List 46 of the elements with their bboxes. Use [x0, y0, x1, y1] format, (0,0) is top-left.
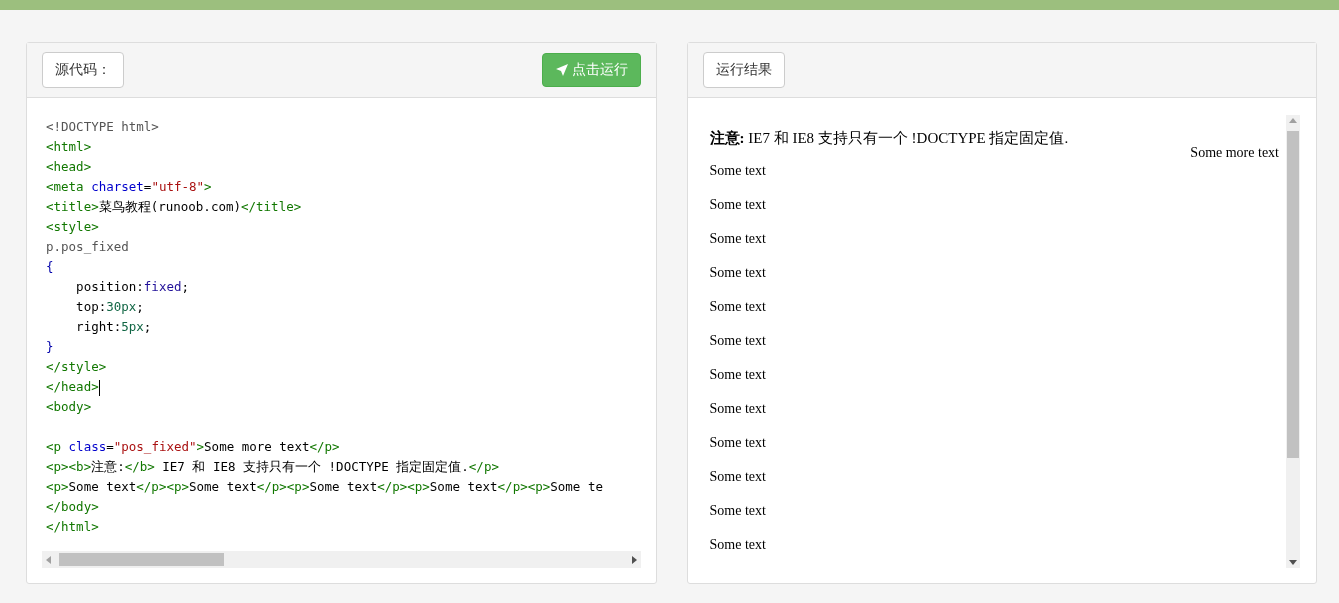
code-line: }	[46, 338, 55, 356]
vertical-scrollbar[interactable]	[1286, 115, 1300, 568]
code-line: </style>	[46, 358, 108, 376]
down-arrow-icon[interactable]	[1289, 560, 1297, 565]
paragraph-text: Some text	[709, 332, 767, 350]
run-button[interactable]: 点击运行	[541, 53, 641, 87]
scroll-thumb[interactable]	[59, 553, 224, 566]
code-line: <style>	[46, 218, 100, 236]
code-line: <meta charset="utf-8">	[46, 178, 213, 196]
left-arrow-icon[interactable]	[46, 555, 51, 564]
paragraph-text: Some text	[709, 400, 767, 418]
paragraph-text: Some text	[709, 230, 767, 248]
code-line: </head>	[46, 378, 101, 397]
code-line: <body>	[46, 398, 93, 416]
paragraph-text: Some text	[709, 196, 767, 214]
up-arrow-icon[interactable]	[1289, 118, 1297, 123]
right-arrow-icon[interactable]	[631, 555, 637, 564]
paragraph-text: Some text	[709, 298, 767, 316]
paragraph-text: Some text	[709, 434, 767, 452]
note-text: 注意: IE7 和 IE8 支持只有一个 !DOCTYPE 指定固定值.	[709, 129, 1070, 148]
code-line: p.pos_fixed	[46, 238, 130, 256]
code-line: right:5px;	[75, 318, 153, 336]
code-line: <title>菜鸟教程(runoob.com)</title>	[46, 198, 303, 216]
code-line: top:30px;	[75, 298, 145, 316]
paragraph-text: Some text	[709, 536, 767, 554]
paragraph-text: Some text	[709, 162, 767, 180]
code-line: <head>	[46, 158, 93, 176]
source-label: 源代码：	[42, 52, 124, 88]
code-line: </body>	[46, 498, 100, 516]
paragraph-text: Some text	[709, 468, 767, 486]
code-line: position:fixed;	[75, 278, 190, 296]
code-line: {	[46, 258, 55, 276]
paragraph-text: Some text	[709, 366, 767, 384]
paragraph-text: Some text	[709, 264, 767, 282]
fixed-text: Some more text	[1190, 145, 1279, 161]
code-line: <p>Some text</p><p>Some text</p><p>Some text</p><p>Some text</p><p>Some te	[46, 478, 604, 496]
code-line: <!DOCTYPE html>	[46, 118, 160, 136]
paragraph-text: Some text	[709, 502, 767, 520]
code-line: </html>	[46, 518, 100, 536]
code-line: <p class="pos_fixed">Some more text</p>	[46, 438, 341, 456]
result-label: 运行结果	[702, 52, 785, 88]
horizontal-scrollbar[interactable]	[42, 551, 641, 568]
paper-plane-icon	[554, 63, 569, 77]
code-line: <html>	[46, 138, 93, 156]
scroll-thumb[interactable]	[1287, 131, 1299, 458]
code-line: <p><b>注意:</b> IE7 和 IE8 支持只有一个 !DOCTYPE 指定固定值.</p>	[46, 458, 500, 476]
